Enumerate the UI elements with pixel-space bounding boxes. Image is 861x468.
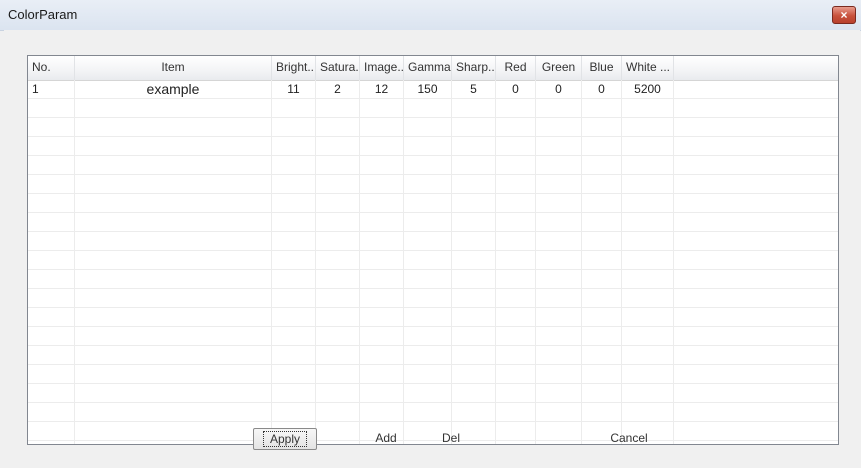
table-row[interactable]: 1 example 11 2 12 150 5 0 0 0 5200 — [28, 80, 838, 99]
column-header-white-balance[interactable]: White ... — [622, 56, 674, 80]
cell-green: 0 — [536, 80, 582, 99]
list-gridlines — [28, 80, 838, 444]
cell-white-balance: 5200 — [622, 80, 674, 99]
cell-sharpness: 5 — [452, 80, 496, 99]
title-bar[interactable]: ColorParam × — [0, 0, 861, 31]
column-header-item[interactable]: Item — [75, 56, 272, 80]
apply-button-label: Apply — [262, 431, 308, 447]
cell-item: example — [75, 80, 272, 99]
cell-red: 0 — [496, 80, 536, 99]
column-header-image[interactable]: Image... — [360, 56, 404, 80]
list-header: No. Item Bright... Satura... Image... Ga… — [28, 56, 838, 81]
column-header-sharpness[interactable]: Sharp... — [452, 56, 496, 80]
apply-button[interactable]: Apply — [253, 428, 317, 450]
color-param-list[interactable]: No. Item Bright... Satura... Image... Ga… — [27, 55, 839, 445]
column-header-brightness[interactable]: Bright... — [272, 56, 316, 80]
cell-brightness: 11 — [272, 80, 316, 99]
delete-button[interactable]: Del — [431, 428, 471, 450]
close-button[interactable]: × — [832, 6, 856, 24]
column-header-red[interactable]: Red — [496, 56, 536, 80]
close-icon: × — [840, 8, 848, 22]
column-header-green[interactable]: Green — [536, 56, 582, 80]
cancel-button[interactable]: Cancel — [602, 428, 656, 450]
column-header-blue[interactable]: Blue — [582, 56, 622, 80]
column-header-saturation[interactable]: Satura... — [316, 56, 360, 80]
cell-image: 12 — [360, 80, 404, 99]
column-header-gamma[interactable]: Gamma — [404, 56, 452, 80]
cell-blue: 0 — [582, 80, 622, 99]
column-header-no[interactable]: No. — [28, 56, 75, 80]
window-title: ColorParam — [8, 7, 78, 22]
cell-filler — [674, 80, 838, 99]
cell-no: 1 — [28, 80, 75, 99]
column-header-filler — [674, 56, 838, 80]
cell-saturation: 2 — [316, 80, 360, 99]
button-bar: Apply Add Del Cancel — [4, 427, 860, 457]
colorparam-dialog: ColorParam × No. Item Bright... Satura..… — [0, 0, 861, 468]
add-button[interactable]: Add — [364, 428, 408, 450]
cell-gamma: 150 — [404, 80, 452, 99]
dialog-client-area: No. Item Bright... Satura... Image... Ga… — [4, 30, 860, 464]
